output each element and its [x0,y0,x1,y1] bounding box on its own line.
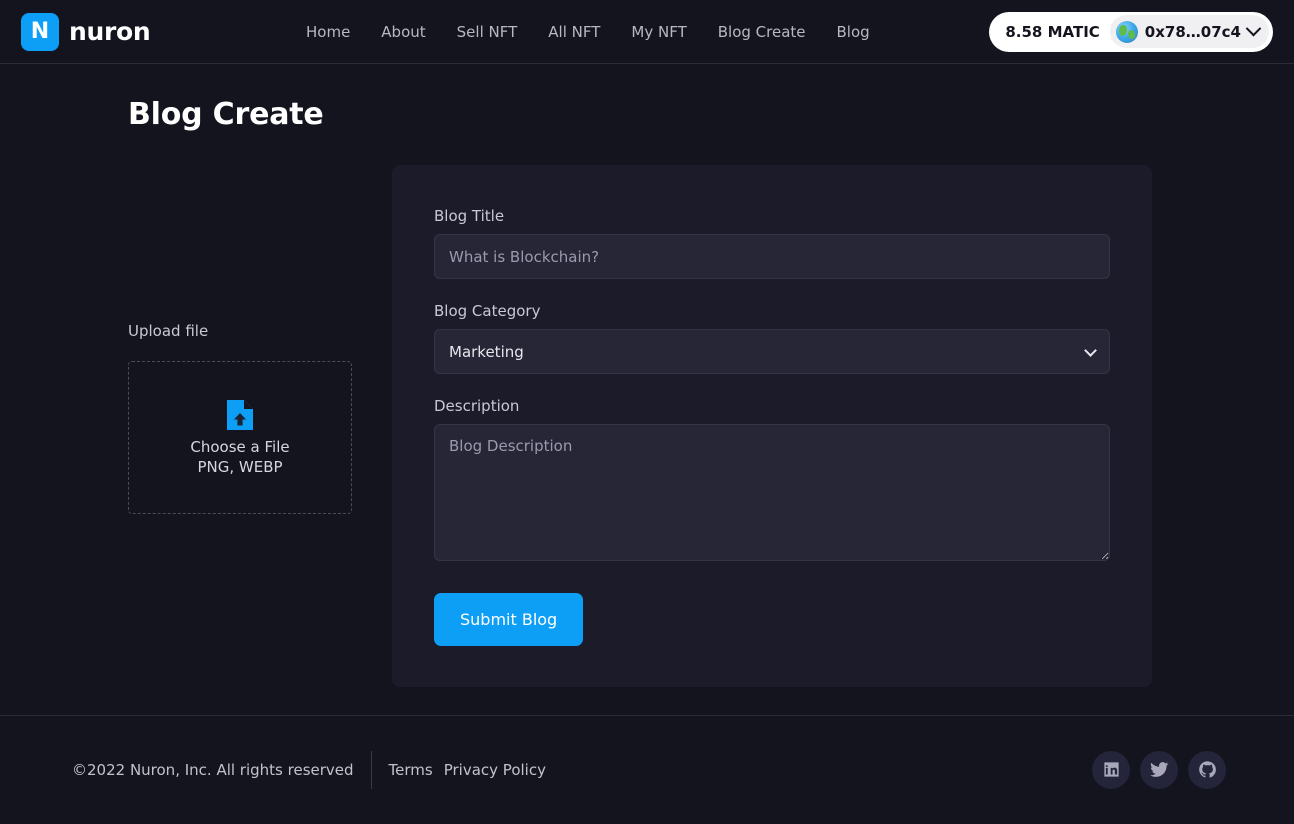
page-content: Blog Create Upload file Choose a File PN… [0,64,1294,715]
description-label: Description [434,397,520,415]
social-link-linkedin[interactable] [1092,750,1130,789]
upload-file-label: Upload file [128,322,209,340]
globe-icon [1115,20,1138,43]
blog-category-label: Blog Category [434,302,541,320]
nav-item-blog-create[interactable]: Blog Create [718,23,806,41]
blog-title-label: Blog Title [434,207,505,225]
nav-item-my-nft[interactable]: My NFT [631,23,686,41]
page-title: Blog Create [128,97,324,132]
main-navigation: Home About Sell NFT All NFT My NFT Blog … [306,23,870,41]
nav-item-all-nft[interactable]: All NFT [548,23,600,41]
nav-item-blog[interactable]: Blog [837,23,870,41]
nav-item-sell-nft[interactable]: Sell NFT [457,23,518,41]
social-link-github[interactable] [1188,750,1226,789]
footer-link-privacy-policy[interactable]: Privacy Policy [444,761,546,779]
brand-logo[interactable]: N nuron [21,12,151,51]
github-icon [1198,761,1216,778]
file-upload-icon [227,399,253,430]
logo-mark-icon: N [21,12,59,51]
wallet-account-button[interactable]: 0x78…07c4 [1109,15,1269,48]
blog-category-select[interactable]: Marketing [434,329,1110,374]
logo-letter: N [30,18,50,44]
twitter-icon [1149,762,1168,777]
dropzone-choose-text: Choose a File [190,437,290,456]
footer-links: Terms Privacy Policy [389,761,546,779]
linkedin-icon [1103,762,1119,777]
footer-link-terms[interactable]: Terms [389,761,433,779]
copyright-text: ©2022 Nuron, Inc. All rights reserved [72,760,354,779]
wallet-balance: 8.58 MATIC [1005,22,1100,41]
nav-item-about[interactable]: About [381,23,425,41]
dropzone-formats-text: PNG, WEBP [197,457,283,476]
site-header: N nuron Home About Sell NFT All NFT My N… [0,0,1294,64]
chevron-down-icon [1245,20,1262,37]
wallet-widget[interactable]: 8.58 MATIC 0x78…07c4 [989,11,1273,52]
wallet-address: 0x78…07c4 [1144,22,1241,41]
footer-divider [370,750,372,789]
file-dropzone[interactable]: Choose a File PNG, WEBP [128,361,352,514]
blog-title-input[interactable] [434,234,1110,279]
nav-item-home[interactable]: Home [306,23,350,41]
social-link-twitter[interactable] [1140,750,1178,789]
submit-blog-button[interactable]: Submit Blog [434,593,584,646]
social-links [1092,750,1226,789]
blog-form-card: Blog Title Blog Category Marketing Descr… [392,165,1152,687]
site-footer: ©2022 Nuron, Inc. All rights reserved Te… [0,715,1294,823]
upload-section: Upload file Choose a File PNG, WEBP [128,322,352,514]
footer-left: ©2022 Nuron, Inc. All rights reserved Te… [72,750,546,789]
brand-name: nuron [69,17,151,46]
description-textarea[interactable] [434,424,1110,561]
